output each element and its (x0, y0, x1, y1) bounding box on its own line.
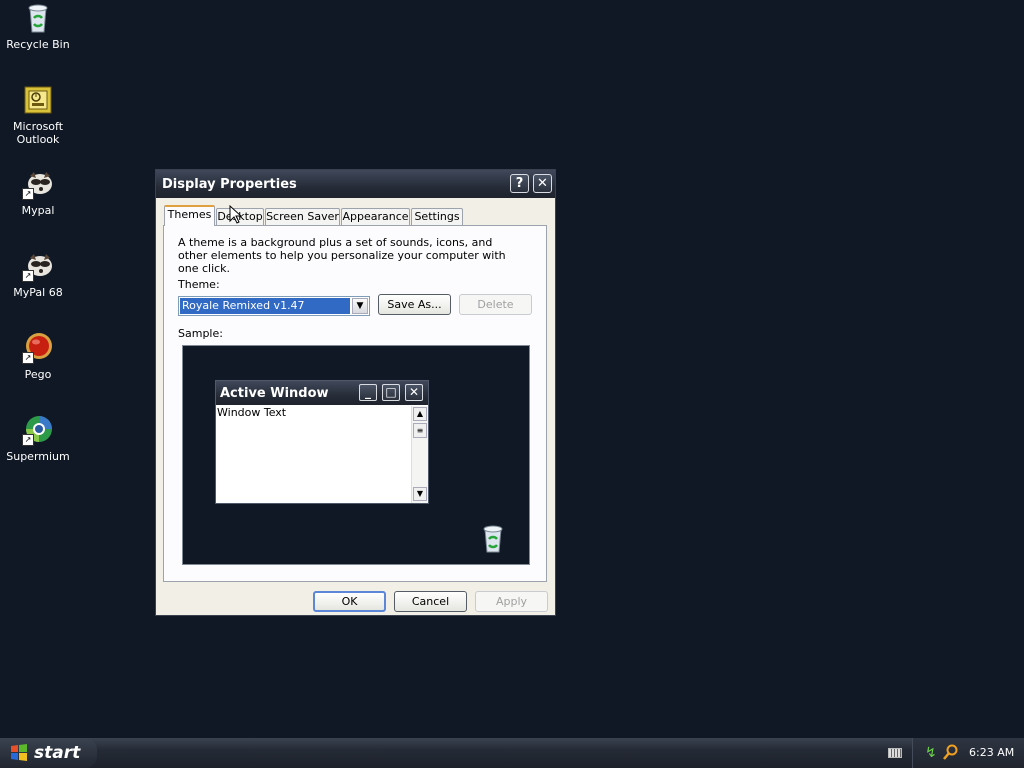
desktop-icon-supermium[interactable]: ↗ Supermium (6, 414, 70, 463)
supermium-icon: ↗ (22, 414, 54, 446)
desktop-icon-mypal[interactable]: ↗ Mypal (6, 168, 70, 217)
sample-window-text: Window Text (217, 406, 287, 419)
start-button[interactable]: start (0, 738, 97, 768)
network-icon[interactable]: ↯ (925, 745, 937, 761)
recycle-bin-icon (22, 2, 54, 34)
sample-active-window: Active Window _ □ ✕ Window Text ▲ ≡ ▼ (215, 380, 429, 504)
shortcut-arrow-icon: ↗ (22, 270, 34, 282)
theme-sample-preview: Active Window _ □ ✕ Window Text ▲ ≡ ▼ (182, 345, 530, 565)
desktop-icon-label: Mypal (21, 204, 55, 217)
pego-icon: ↗ (22, 332, 54, 364)
display-properties-dialog: Display Properties ? ✕ Themes Desktop Sc… (155, 169, 556, 616)
sample-recycle-bin-icon (479, 524, 507, 554)
desktop-icon-label: Microsoft Outlook (12, 120, 64, 146)
mypal68-icon: ↗ (22, 250, 54, 282)
sample-scrollbar: ▲ ≡ ▼ (411, 406, 428, 503)
shortcut-arrow-icon: ↗ (22, 434, 34, 446)
sample-window-title: Active Window (220, 386, 329, 401)
search-icon[interactable] (943, 744, 959, 763)
maximize-icon: □ (382, 384, 400, 401)
dialog-titlebar[interactable]: Display Properties ? ✕ (156, 170, 555, 198)
help-button[interactable]: ? (510, 174, 529, 193)
desktop-icon-outlook[interactable]: Microsoft Outlook (6, 84, 70, 146)
windows-logo-icon (10, 744, 28, 762)
theme-label: Theme: (178, 278, 220, 291)
minimize-icon: _ (359, 384, 377, 401)
close-button[interactable]: ✕ (533, 174, 552, 193)
scroll-thumb: ≡ (413, 423, 427, 438)
outlook-icon (22, 84, 54, 116)
themes-panel: A theme is a background plus a set of so… (163, 225, 547, 582)
desktop-icon-recycle-bin[interactable]: Recycle Bin (6, 2, 70, 51)
apply-button[interactable]: Apply (475, 591, 548, 612)
system-tray: ↯ 6:23 AM (912, 738, 1024, 768)
tab-screen-saver[interactable]: Screen Saver (265, 208, 340, 225)
mypal-icon: ↗ (22, 168, 54, 200)
desktop-icon-pego[interactable]: ↗ Pego (6, 332, 70, 381)
tab-appearance[interactable]: Appearance (341, 208, 410, 225)
keyboard-icon[interactable] (888, 748, 902, 758)
mouse-cursor-icon (229, 204, 243, 227)
shortcut-arrow-icon: ↗ (22, 188, 34, 200)
shortcut-arrow-icon: ↗ (22, 352, 34, 364)
scroll-down-icon: ▼ (413, 487, 427, 501)
chevron-down-icon[interactable]: ▼ (352, 298, 368, 314)
close-icon: ✕ (405, 384, 423, 401)
desktop-icon-label: Pego (24, 368, 52, 381)
scroll-up-icon: ▲ (413, 407, 427, 421)
taskbar: start ↯ 6:23 AM (0, 738, 1024, 768)
sample-window-titlebar: Active Window _ □ ✕ (216, 381, 428, 405)
clock[interactable]: 6:23 AM (969, 746, 1014, 759)
cancel-button[interactable]: Cancel (394, 591, 467, 612)
theme-select-value: Royale Remixed v1.47 (180, 298, 350, 314)
dialog-title: Display Properties (162, 177, 297, 192)
desktop-icon-label: Recycle Bin (6, 38, 70, 51)
tab-settings[interactable]: Settings (411, 208, 463, 225)
theme-description: A theme is a background plus a set of so… (178, 236, 506, 275)
start-label: start (34, 743, 81, 763)
desktop-icon-label: MyPal 68 (13, 286, 63, 299)
tab-themes[interactable]: Themes (164, 205, 215, 226)
desktop-icon-mypal68[interactable]: ↗ MyPal 68 (6, 250, 70, 299)
save-as-button[interactable]: Save As... (378, 294, 451, 315)
ok-button[interactable]: OK (313, 591, 386, 612)
desktop-icon-label: Supermium (6, 450, 70, 463)
delete-button[interactable]: Delete (459, 294, 532, 315)
theme-select[interactable]: Royale Remixed v1.47 ▼ (178, 296, 370, 316)
sample-label: Sample: (178, 327, 223, 340)
